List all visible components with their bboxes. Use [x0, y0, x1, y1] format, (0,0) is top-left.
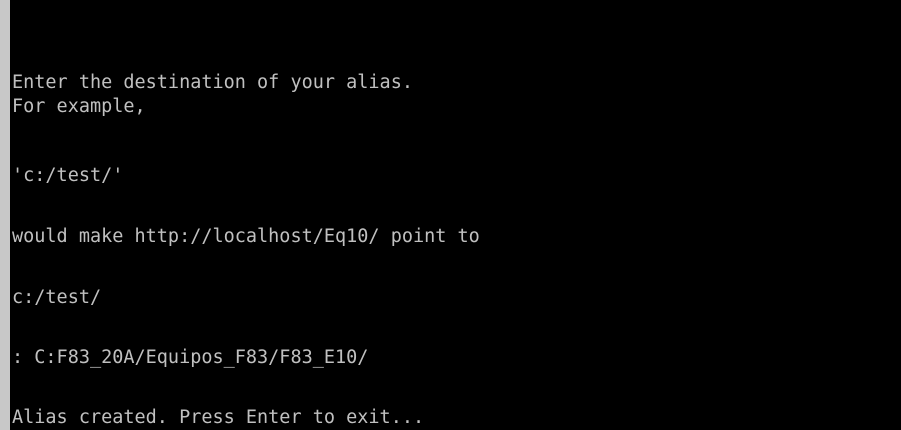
- terminal-line: For example,: [12, 96, 146, 117]
- console-output[interactable]: Enter the destination of your alias. For…: [10, 0, 901, 430]
- terminal-line: c:/test/: [12, 287, 102, 308]
- terminal-line: would make http://localhost/Eq10/ point …: [12, 226, 480, 247]
- terminal-line: Alias created. Press Enter to exit...: [12, 407, 425, 428]
- terminal-line: Enter the destination of your alias.: [12, 72, 413, 93]
- window-left-edge: [0, 0, 10, 430]
- terminal-line: 'c:/test/': [12, 165, 124, 186]
- terminal-line: : C:F83_20A/Equipos_F83/F83_E10/: [12, 347, 369, 368]
